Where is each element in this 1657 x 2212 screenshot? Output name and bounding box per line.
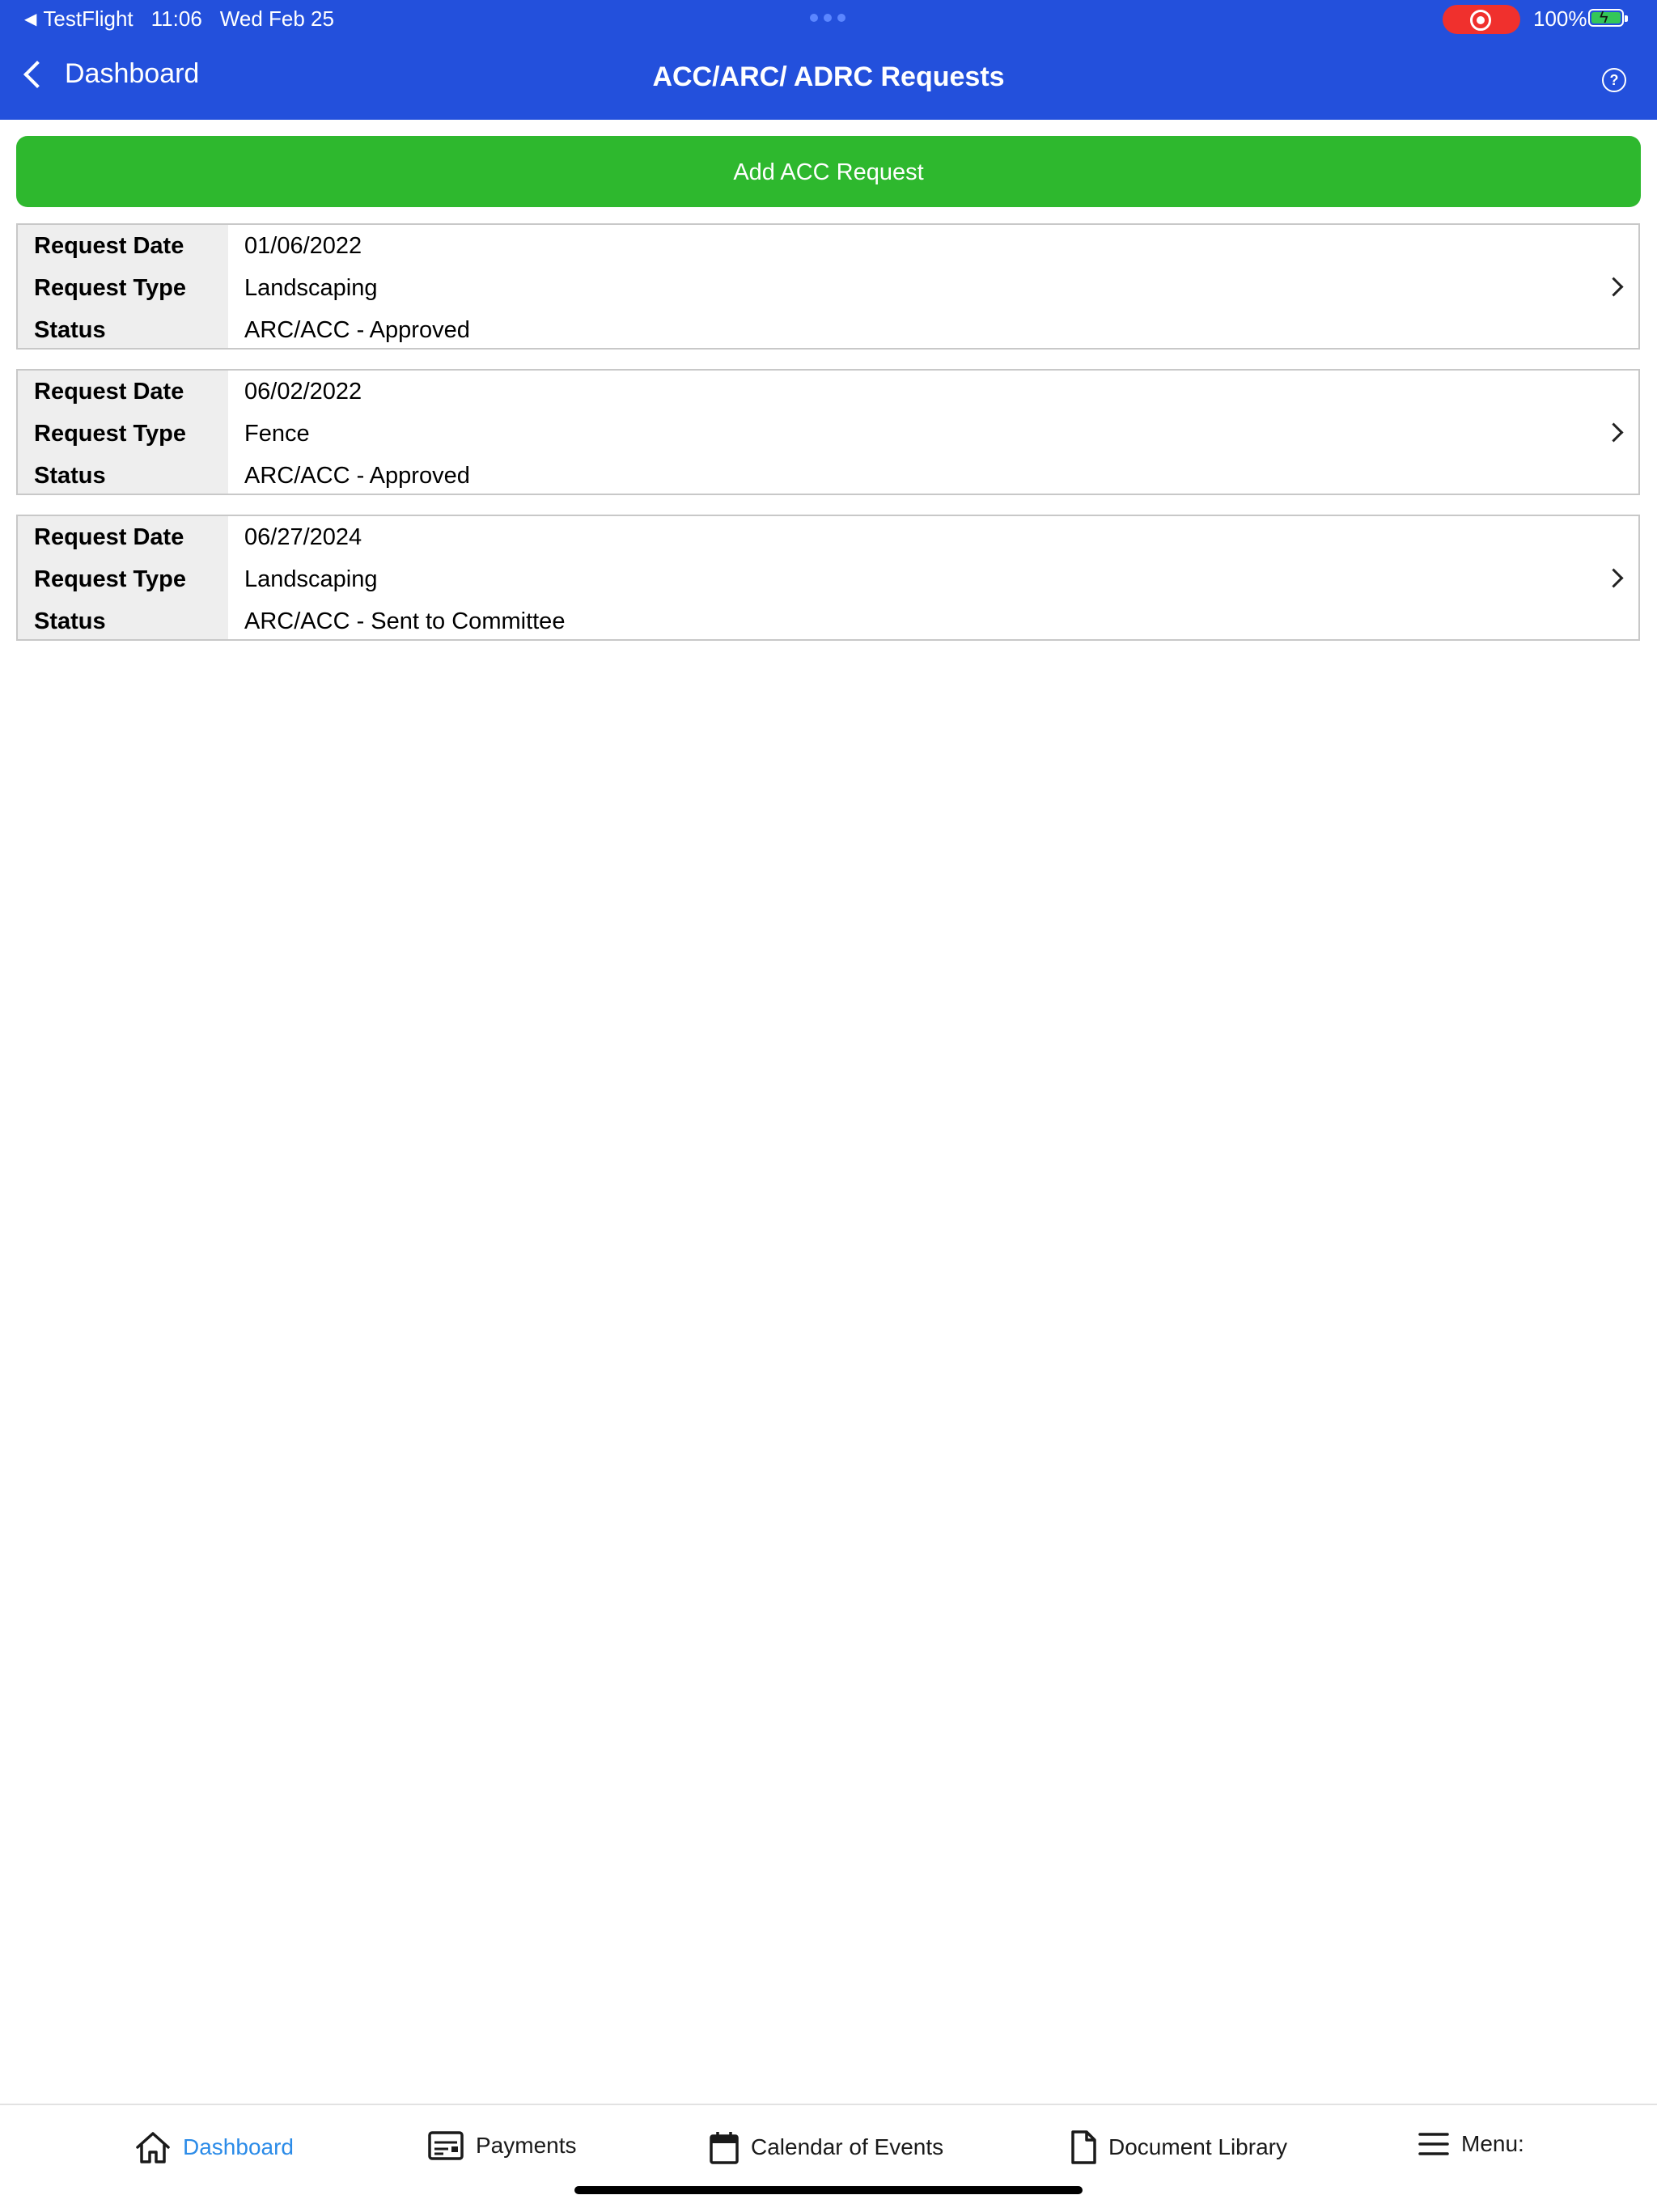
- back-app-label: TestFlight: [43, 6, 133, 31]
- request-date-label: Request Date: [34, 233, 184, 259]
- request-type-value: Fence: [244, 421, 310, 447]
- chevron-right-icon: [1604, 422, 1624, 443]
- document-icon: [1071, 2130, 1096, 2164]
- request-date-value: 01/06/2022: [244, 233, 362, 259]
- request-date-label: Request Date: [34, 379, 184, 405]
- request-card[interactable]: Request Date Request Type Status 01/06/2…: [16, 223, 1640, 350]
- request-card[interactable]: Request Date Request Type Status 06/02/2…: [16, 369, 1640, 495]
- home-indicator[interactable]: [574, 2186, 1083, 2194]
- tab-dashboard[interactable]: Dashboard: [134, 2129, 294, 2165]
- request-date-label: Request Date: [34, 524, 184, 550]
- status-value: ARC/ACC - Approved: [244, 317, 470, 343]
- status-value: ARC/ACC - Sent to Committee: [244, 608, 566, 634]
- status-value: ARC/ACC - Approved: [244, 463, 470, 489]
- add-acc-request-button[interactable]: Add ACC Request: [16, 136, 1641, 207]
- tab-menu[interactable]: Menu:: [1418, 2129, 1524, 2159]
- calendar-icon: [710, 2132, 739, 2164]
- tab-label: Document Library: [1108, 2134, 1287, 2159]
- status-label: Status: [34, 463, 106, 489]
- request-type-label: Request Type: [34, 566, 187, 592]
- home-icon: [136, 2132, 170, 2163]
- record-icon: [1470, 10, 1491, 31]
- status-label: Status: [34, 608, 106, 634]
- status-left[interactable]: ◀ TestFlight 11:06 Wed Feb 25: [24, 6, 334, 32]
- status-bar: ◀ TestFlight 11:06 Wed Feb 25 100% ϟ: [0, 0, 1657, 37]
- tab-document-library[interactable]: Document Library: [1070, 2129, 1287, 2165]
- page-title: ACC/ARC/ ADRC Requests: [652, 61, 1005, 92]
- tab-calendar-of-events[interactable]: Calendar of Events: [709, 2129, 943, 2165]
- tab-label: Menu:: [1461, 2131, 1524, 2156]
- request-card[interactable]: Request Date Request Type Status 06/27/2…: [16, 515, 1640, 641]
- tab-label: Calendar of Events: [751, 2134, 944, 2159]
- status-time: 11:06: [150, 6, 202, 31]
- request-date-value: 06/02/2022: [244, 379, 362, 405]
- screen-recording-indicator[interactable]: [1443, 5, 1520, 34]
- request-type-label: Request Type: [34, 421, 187, 447]
- payments-icon: [428, 2131, 464, 2160]
- menu-icon: [1418, 2133, 1449, 2155]
- tab-bar: Dashboard Payments Calendar of Events Do…: [0, 2104, 1657, 2212]
- tab-label: Payments: [476, 2133, 577, 2158]
- header: ◀ TestFlight 11:06 Wed Feb 25 100% ϟ Das…: [0, 0, 1657, 120]
- request-type-value: Landscaping: [244, 566, 378, 592]
- multitasking-dots-icon[interactable]: [810, 14, 845, 22]
- request-date-value: 06/27/2024: [244, 524, 362, 550]
- request-type-value: Landscaping: [244, 275, 378, 301]
- back-to-app-icon: ◀: [24, 11, 37, 28]
- battery-percent: 100%: [1533, 6, 1587, 31]
- chevron-right-icon: [1604, 277, 1624, 297]
- request-type-label: Request Type: [34, 275, 187, 301]
- help-icon[interactable]: ?: [1602, 68, 1626, 92]
- tab-payments[interactable]: Payments: [427, 2129, 577, 2162]
- chevron-right-icon: [1604, 568, 1624, 588]
- status-date: Wed Feb 25: [219, 6, 334, 31]
- tab-label: Dashboard: [183, 2134, 294, 2159]
- status-label: Status: [34, 317, 106, 343]
- battery-icon: ϟ: [1588, 9, 1628, 27]
- charging-bolt-icon: ϟ: [1600, 9, 1608, 27]
